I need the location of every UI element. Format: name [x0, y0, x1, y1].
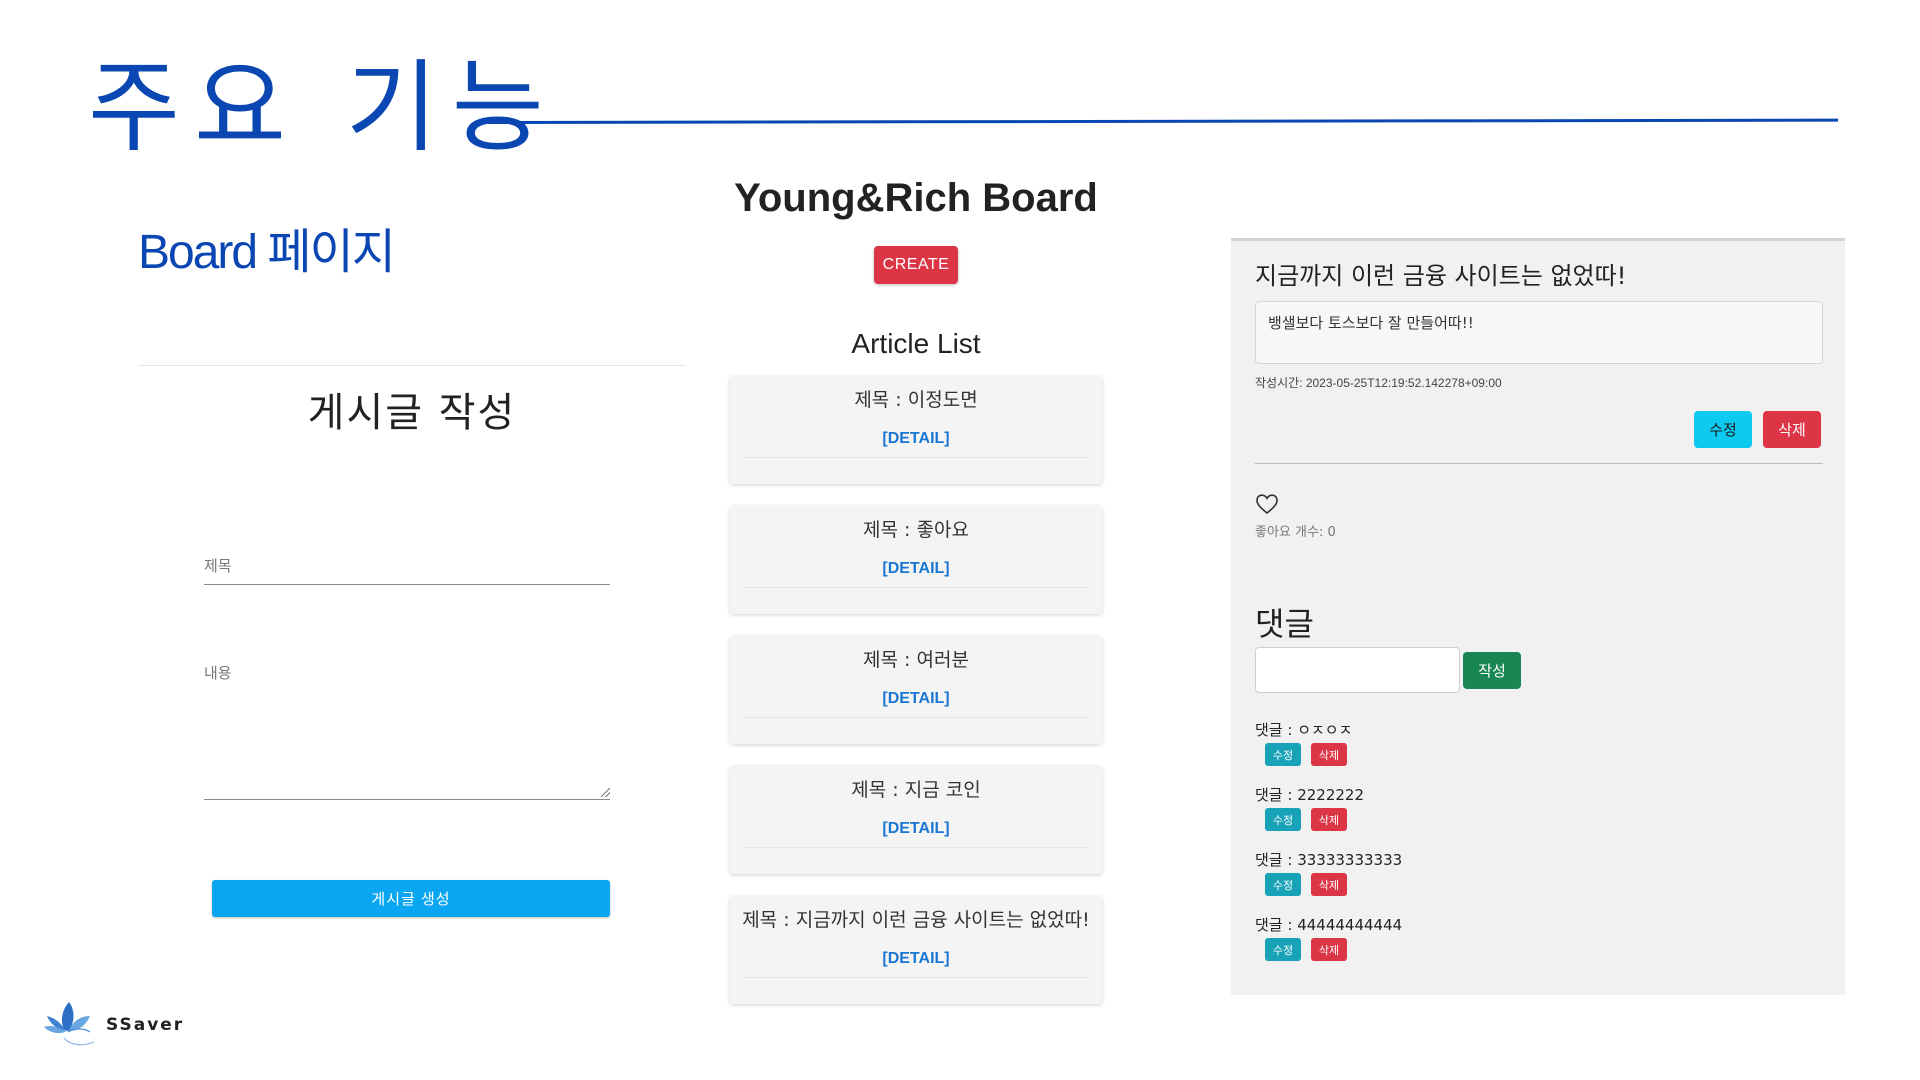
- comment-text: 댓글 : ㅇㅈㅇㅈ: [1255, 721, 1353, 739]
- comment-delete-button[interactable]: 삭제: [1311, 743, 1347, 766]
- card-divider: [742, 847, 1090, 848]
- title-field[interactable]: 제목: [204, 555, 610, 585]
- heart-icon[interactable]: [1255, 493, 1279, 515]
- detail-link[interactable]: [DETAIL]: [730, 690, 1102, 708]
- article-card: 제목 : 이정도면 [DETAIL]: [730, 376, 1102, 484]
- comment-item: 댓글 : 44444444444 수정 삭제: [1255, 914, 1655, 961]
- card-divider: [742, 717, 1090, 718]
- delete-button[interactable]: 삭제: [1763, 411, 1821, 448]
- title-rule: [487, 118, 1839, 124]
- article-title: 제목 : 여러분: [863, 649, 969, 671]
- comment-item: 댓글 : ㅇㅈㅇㅈ 수정 삭제: [1255, 719, 1655, 766]
- comment-delete-button[interactable]: 삭제: [1311, 808, 1347, 831]
- comment-heading: 댓글: [1255, 605, 1314, 643]
- slide-title: 주요 기능: [88, 49, 558, 166]
- logo-text: SSaver: [106, 1015, 185, 1035]
- comment-edit-button[interactable]: 수정: [1265, 938, 1301, 961]
- comment-actions: 수정 삭제: [1255, 808, 1655, 831]
- article-title: 제목 : 지금 코인: [851, 779, 981, 801]
- edit-button[interactable]: 수정: [1694, 411, 1752, 448]
- form-heading: 게시글 작성: [307, 390, 517, 436]
- resize-handle-icon[interactable]: [601, 788, 610, 797]
- detail-title: 지금까지 이런 금융 사이트는 없었따!: [1255, 262, 1627, 290]
- card-divider: [742, 457, 1090, 458]
- detail-link[interactable]: [DETAIL]: [730, 820, 1102, 838]
- comment-delete-button[interactable]: 삭제: [1311, 873, 1347, 896]
- article-list-heading: Article List: [851, 328, 981, 359]
- lotus-icon: [44, 1002, 95, 1046]
- comment-text: 댓글 : 44444444444: [1255, 916, 1403, 934]
- form-divider: [138, 365, 686, 366]
- comment-edit-button[interactable]: 수정: [1265, 873, 1301, 896]
- comment-item: 댓글 : 2222222 수정 삭제: [1255, 784, 1655, 831]
- create-form: 게시글 작성 제목 내용 게시글 생성: [138, 365, 686, 917]
- card-divider: [742, 587, 1090, 588]
- created-at: 작성시간: 2023-05-25T12:19:52.142278+09:00: [1255, 376, 1502, 390]
- article-title: 제목 : 좋아요: [863, 519, 969, 541]
- detail-divider: [1255, 463, 1823, 464]
- article-card: 제목 : 지금까지 이런 금융 사이트는 없었따! [DETAIL]: [730, 896, 1102, 1004]
- article-card: 제목 : 여러분 [DETAIL]: [730, 636, 1102, 744]
- comment-input[interactable]: [1255, 647, 1460, 693]
- comment-actions: 수정 삭제: [1255, 743, 1655, 766]
- content-field-label: 내용: [204, 664, 232, 682]
- detail-link[interactable]: [DETAIL]: [730, 950, 1102, 968]
- card-divider: [742, 977, 1090, 978]
- article-card: 제목 : 좋아요 [DETAIL]: [730, 506, 1102, 614]
- comment-text: 댓글 : 2222222: [1255, 786, 1364, 804]
- ssaver-logo: SSaver: [42, 990, 192, 1060]
- content-field[interactable]: 내용: [204, 662, 610, 800]
- detail-body: 뱅샐보다 토스보다 잘 만들어따!!: [1255, 301, 1823, 364]
- comment-delete-button[interactable]: 삭제: [1311, 938, 1347, 961]
- detail-link[interactable]: [DETAIL]: [730, 430, 1102, 448]
- comment-actions: 수정 삭제: [1255, 873, 1655, 896]
- article-card: 제목 : 지금 코인 [DETAIL]: [730, 766, 1102, 874]
- create-button[interactable]: CREATE: [874, 246, 958, 284]
- article-title: 제목 : 이정도면: [854, 389, 978, 411]
- comment-actions: 수정 삭제: [1255, 938, 1655, 961]
- title-field-label: 제목: [204, 557, 232, 575]
- detail-link[interactable]: [DETAIL]: [730, 560, 1102, 578]
- create-article-button[interactable]: 게시글 생성: [212, 880, 610, 917]
- comment-edit-button[interactable]: 수정: [1265, 808, 1301, 831]
- article-detail-panel: 지금까지 이런 금융 사이트는 없었따! 뱅샐보다 토스보다 잘 만들어따!! …: [1231, 238, 1845, 995]
- comment-submit-button[interactable]: 작성: [1463, 652, 1521, 689]
- article-title: 제목 : 지금까지 이런 금융 사이트는 없었따!: [742, 909, 1090, 931]
- board-list-panel: Young&Rich Board CREATE Article List 제목 …: [730, 176, 1102, 1004]
- comment-edit-button[interactable]: 수정: [1265, 743, 1301, 766]
- like-count: 좋아요 개수: 0: [1255, 525, 1336, 540]
- comment-item: 댓글 : 33333333333 수정 삭제: [1255, 849, 1655, 896]
- board-title: Young&Rich Board: [734, 176, 1098, 220]
- comment-text: 댓글 : 33333333333: [1255, 851, 1403, 869]
- section-label: Board 페이지: [138, 226, 396, 279]
